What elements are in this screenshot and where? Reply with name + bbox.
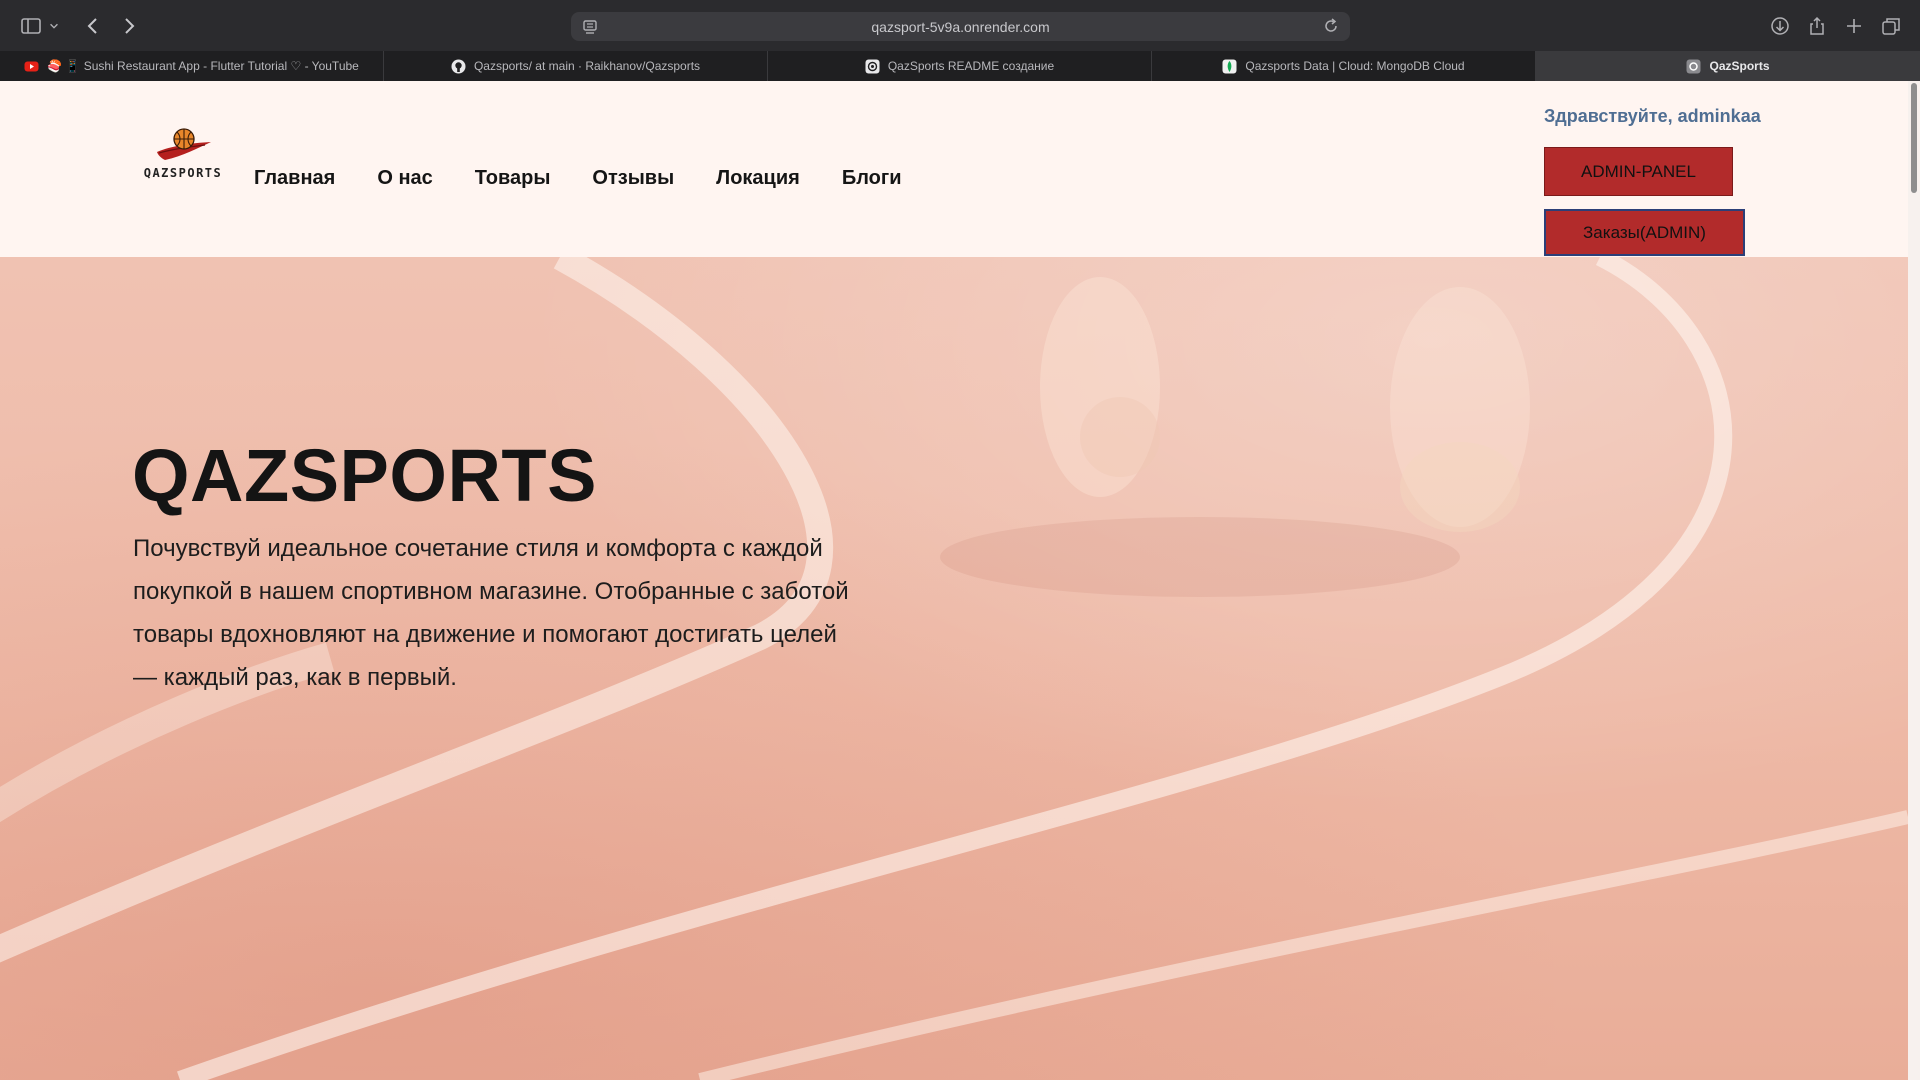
tab-label: QazSports <box>1709 59 1770 73</box>
address-bar[interactable]: qazsport-5v9a.onrender.com <box>571 12 1350 41</box>
logo-text: QAZSPORTS <box>143 166 223 180</box>
github-icon <box>451 59 466 73</box>
chevron-down-icon[interactable] <box>47 13 61 39</box>
nav-link-home[interactable]: Главная <box>254 167 335 190</box>
new-tab-plus-icon[interactable] <box>1841 13 1867 39</box>
site-logo[interactable]: QAZSPORTS <box>140 126 226 186</box>
nav-link-products[interactable]: Товары <box>475 167 551 190</box>
nav-link-about[interactable]: О нас <box>377 167 432 190</box>
tab-overview-icon[interactable] <box>1878 13 1904 39</box>
site-q-icon <box>1686 59 1701 73</box>
hero-section: QAZSPORTS Почувствуй идеальное сочетание… <box>0 257 1908 1080</box>
nav-link-reviews[interactable]: Отзывы <box>592 167 674 190</box>
tab-youtube[interactable]: 🍣 📱 Sushi Restaurant App - Flutter Tutor… <box>0 51 384 81</box>
chatgpt-icon <box>865 59 880 73</box>
reload-icon[interactable] <box>1322 17 1340 35</box>
tab-github[interactable]: Qazsports/ at main · Raikhanov/Qazsports <box>384 51 768 81</box>
url-text[interactable]: qazsport-5v9a.onrender.com <box>871 19 1049 35</box>
tab-label: 🍣 📱 Sushi Restaurant App - Flutter Tutor… <box>47 59 359 73</box>
share-icon[interactable] <box>1804 13 1830 39</box>
site-header: QAZSPORTS Главная О нас Товары Отзывы Ло… <box>0 81 1908 257</box>
tab-label: QazSports README создание <box>887 59 1055 73</box>
downloads-icon[interactable] <box>1767 13 1793 39</box>
user-greeting: Здравствуйте, adminkaa <box>1544 106 1761 126</box>
nav-link-blogs[interactable]: Блоги <box>842 167 902 190</box>
hero-title: QAZSPORTS <box>132 434 597 517</box>
scrollbar-thumb[interactable] <box>1911 83 1917 193</box>
back-arrow-icon[interactable] <box>80 13 106 39</box>
tab-label: Qazsports/ at main · Raikhanov/Qazsports <box>473 59 701 73</box>
basketball-logo-icon <box>157 128 211 160</box>
tab-bar: 🍣 📱 Sushi Restaurant App - Flutter Tutor… <box>0 51 1920 81</box>
tab-chatgpt[interactable]: QazSports README создание <box>768 51 1152 81</box>
tab-qazsports[interactable]: QazSports <box>1536 51 1920 81</box>
main-nav: Главная О нас Товары Отзывы Локация Блог… <box>254 167 944 190</box>
nav-link-location[interactable]: Локация <box>716 167 800 190</box>
tab-label: Qazsports Data | Cloud: MongoDB Cloud <box>1245 59 1465 73</box>
hero-description: Почувствуй идеальное сочетание стиля и к… <box>133 535 849 691</box>
forward-arrow-icon[interactable] <box>116 13 142 39</box>
youtube-icon <box>24 61 39 71</box>
sidebar-toggle-icon[interactable] <box>18 13 44 39</box>
browser-toolbar: qazsport-5v9a.onrender.com <box>0 0 1920 51</box>
mongodb-leaf-icon <box>1222 59 1237 73</box>
site-settings-icon[interactable] <box>581 18 599 36</box>
web-page: QAZSPORTS Главная О нас Товары Отзывы Ло… <box>0 81 1908 1080</box>
admin-orders-button[interactable]: Заказы(ADMIN) <box>1544 209 1745 256</box>
tab-mongodb[interactable]: Qazsports Data | Cloud: MongoDB Cloud <box>1152 51 1536 81</box>
admin-panel-button[interactable]: ADMIN-PANEL <box>1544 147 1733 196</box>
page-scrollbar[interactable] <box>1908 81 1920 1080</box>
